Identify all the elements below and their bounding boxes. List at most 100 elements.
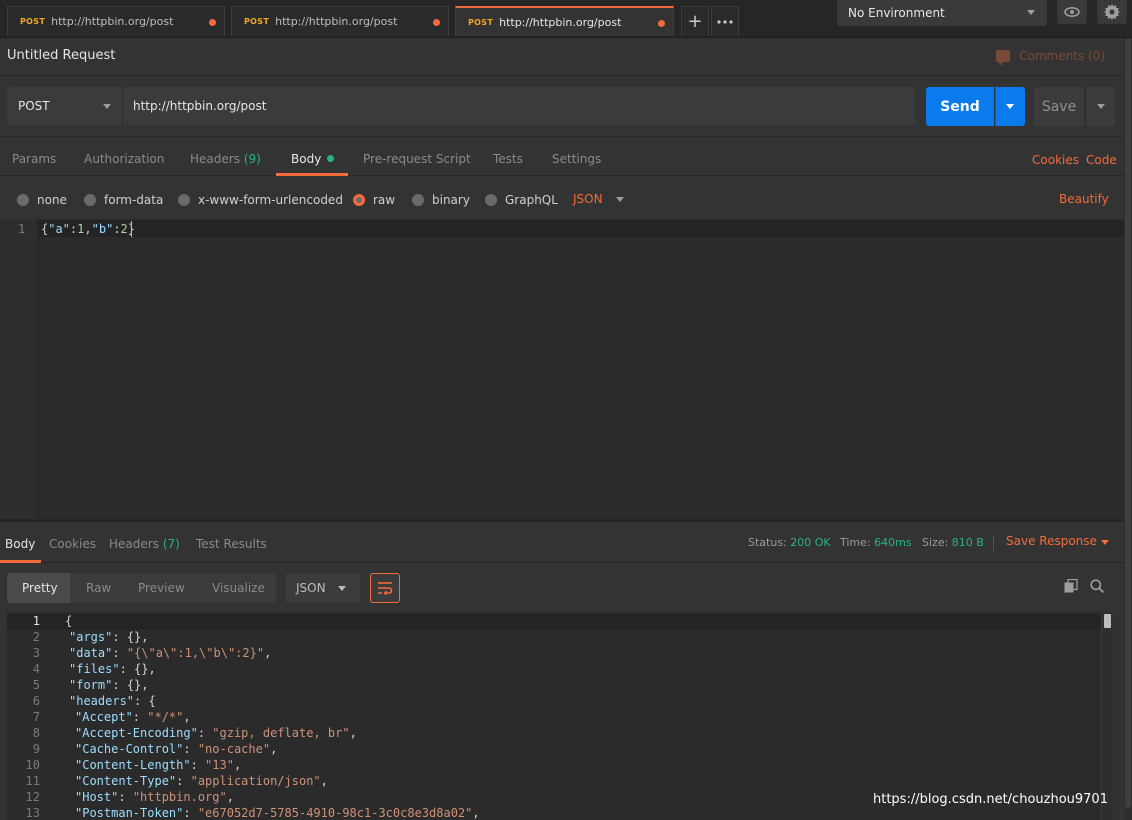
json-key: "Content-Length": [75, 758, 191, 772]
line-number-gutter: [0, 219, 38, 519]
tab-method: POST: [468, 17, 494, 27]
tab-pre-request-script[interactable]: Pre-request Script: [363, 152, 471, 166]
json-key: "b": [91, 222, 114, 236]
method-select[interactable]: POST: [7, 87, 122, 125]
view-pretty-button[interactable]: Pretty: [7, 573, 70, 603]
response-language-select[interactable]: JSON: [286, 573, 360, 603]
tab-tests[interactable]: Tests: [493, 152, 523, 166]
json-punctuation: ,: [226, 790, 234, 804]
radio-circle: [17, 194, 29, 206]
tab-options-button[interactable]: [711, 6, 739, 36]
json-key: "Content-Type": [75, 774, 177, 788]
beautify-link[interactable]: Beautify: [1059, 192, 1109, 206]
tab-authorization[interactable]: Authorization: [84, 152, 164, 166]
radio-label: none: [37, 193, 67, 207]
scrollbar-thumb[interactable]: [1125, 38, 1131, 808]
code-line: "Host": "httpbin.org",: [75, 790, 234, 804]
colon: :: [113, 222, 121, 236]
response-scrollbar[interactable]: [1101, 612, 1113, 820]
radio-raw[interactable]: raw: [353, 193, 395, 207]
json-punctuation: ,: [183, 710, 191, 724]
radio-binary[interactable]: binary: [412, 193, 470, 207]
send-button[interactable]: Send: [926, 87, 994, 126]
size-label: Size:: [922, 536, 949, 549]
chevron-down-icon[interactable]: [1101, 540, 1109, 545]
chevron-down-icon[interactable]: [616, 197, 624, 202]
request-tabs: Params Authorization Headers (9) Body Pr…: [0, 136, 1132, 176]
view-visualize-button[interactable]: Visualize: [212, 573, 265, 603]
manage-environments-button[interactable]: [1097, 0, 1127, 24]
response-tab-body[interactable]: Body: [5, 537, 35, 551]
tab-settings[interactable]: Settings: [552, 152, 601, 166]
request-body-editor[interactable]: 1 {"a":1,"b":2}: [0, 219, 1124, 519]
code-line: "data": "{\"a\":1,\"b\":2}",: [69, 646, 271, 660]
request-tab[interactable]: POST http://httpbin.org/post: [7, 6, 225, 36]
json-separator: :: [134, 694, 149, 708]
radio-circle: [178, 194, 190, 206]
request-tab[interactable]: POST http://httpbin.org/post: [231, 6, 449, 36]
copy-button[interactable]: [1062, 577, 1080, 595]
request-title[interactable]: Untitled Request: [7, 48, 115, 63]
line-number: 8: [32, 726, 40, 740]
tab-params[interactable]: Params: [12, 152, 56, 166]
radio-none[interactable]: none: [17, 193, 67, 207]
code-line: "Accept": "*/*",: [75, 710, 191, 724]
response-time: Time: 640ms: [840, 536, 912, 549]
line-number: 6: [32, 694, 40, 708]
radio-graphql[interactable]: GraphQL: [485, 193, 558, 207]
chevron-down-icon: [103, 104, 111, 109]
json-separator: :: [190, 758, 206, 772]
json-separator: :: [197, 726, 213, 740]
environment-quick-look-button[interactable]: [1057, 0, 1087, 24]
active-tab-indicator: [276, 173, 348, 176]
save-button[interactable]: Save: [1034, 87, 1084, 126]
json-separator: :: [112, 678, 127, 692]
window-scrollbar[interactable]: [1124, 38, 1132, 820]
response-tab-cookies[interactable]: Cookies: [49, 537, 96, 551]
request-tab-active[interactable]: POST http://httpbin.org/post: [455, 6, 674, 36]
cookies-link[interactable]: Cookies: [1032, 153, 1079, 167]
wrap-lines-button[interactable]: [370, 573, 400, 603]
headers-count: (9): [243, 152, 261, 166]
request-tab-bar: POST http://httpbin.org/post POST http:/…: [0, 0, 1132, 38]
response-status: Status: 200 OK: [748, 536, 831, 549]
environment-select[interactable]: No Environment: [837, 0, 1047, 26]
url-input[interactable]: [122, 87, 915, 125]
response-size: Size: 810 B: [922, 536, 984, 549]
save-options-button[interactable]: [1085, 87, 1115, 126]
search-button[interactable]: [1088, 577, 1106, 595]
json-separator: :: [118, 790, 133, 804]
send-options-button[interactable]: [995, 87, 1025, 126]
code-link[interactable]: Code: [1086, 153, 1117, 167]
code-line: "Content-Type": "application/json",: [75, 774, 328, 788]
comments-button[interactable]: Comments (0): [996, 49, 1105, 66]
response-tab-test-results[interactable]: Test Results: [196, 537, 267, 551]
radio-x-www-form-urlencoded[interactable]: x-www-form-urlencoded: [178, 193, 343, 207]
view-raw-button[interactable]: Raw: [86, 573, 111, 603]
comment-icon: [996, 50, 1011, 66]
view-raw-label: Raw: [86, 581, 112, 595]
json-key: "Accept": [75, 710, 133, 724]
code-line: "Cache-Control": "no-cache",: [75, 742, 277, 756]
tab-headers[interactable]: Headers (9): [190, 152, 261, 166]
json-separator: :: [112, 646, 127, 660]
response-body-editor[interactable]: 1 {2 "args": {}, 3 "data": "{\"a\":1,\"b\":2…: [7, 612, 1113, 820]
view-preview-label: Preview: [138, 581, 185, 595]
json-punctuation: {: [65, 614, 73, 628]
response-tab-headers[interactable]: Headers (7): [109, 537, 180, 551]
body-language-select[interactable]: JSON: [573, 192, 603, 206]
code-line: "form": {},: [69, 678, 149, 692]
status-value: 200 OK: [790, 536, 831, 549]
time-value: 640ms: [874, 536, 912, 549]
scrollbar-thumb[interactable]: [1104, 614, 1111, 628]
view-preview-button[interactable]: Preview: [138, 573, 185, 603]
line-number: 7: [32, 710, 40, 724]
request-body-code: {"a":1,"b":2}: [41, 222, 135, 236]
save-response-button[interactable]: Save Response: [1006, 534, 1097, 548]
tab-body[interactable]: Body: [291, 152, 335, 166]
new-tab-button[interactable]: +: [681, 6, 709, 36]
more-icon: [717, 19, 733, 24]
radio-form-data[interactable]: form-data: [84, 193, 163, 207]
line-number: 1: [18, 222, 26, 236]
json-key: "Postman-Token": [75, 806, 184, 820]
